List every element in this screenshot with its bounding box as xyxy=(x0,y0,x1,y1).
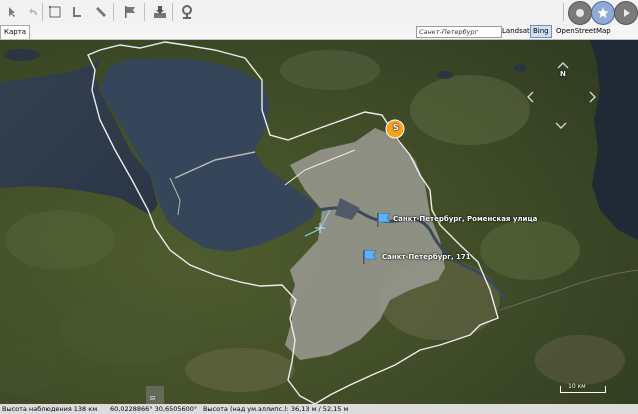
source-openstreetmap[interactable]: OpenStreetMap xyxy=(554,26,613,37)
status-height: Высота (над ум.эллипс.): 36,13 м / 52,15… xyxy=(203,405,349,413)
toolbar-separator xyxy=(172,3,173,21)
star-icon[interactable] xyxy=(591,1,615,25)
source-landsat[interactable]: Landsat xyxy=(500,26,532,37)
flag-icon[interactable] xyxy=(119,1,141,23)
place-label-171[interactable]: Санкт-Петербург, 171 xyxy=(382,253,471,261)
overview-glyph: ⊟ xyxy=(150,395,155,402)
import-icon[interactable] xyxy=(149,1,171,23)
location-pin-icon[interactable] xyxy=(176,1,198,23)
toolbar-separator xyxy=(113,3,114,21)
lake xyxy=(4,49,40,61)
toolbar xyxy=(0,0,638,26)
cursor-icon[interactable] xyxy=(1,1,23,23)
lake xyxy=(514,64,526,72)
scale-label: 10 км xyxy=(568,383,586,390)
map-canvas: ⊟ xyxy=(0,40,638,404)
tab-map[interactable]: Карта xyxy=(0,25,31,39)
place-label-romenskaya[interactable]: Санкт-Петербург, Роменская улица xyxy=(393,215,537,223)
play-icon[interactable] xyxy=(614,1,638,25)
compass-north-label: N xyxy=(560,70,566,78)
marker-letter: S xyxy=(393,123,399,132)
ruler-icon[interactable] xyxy=(66,1,88,23)
toolbar-separator xyxy=(144,3,145,21)
status-altitude: Высота наблюдения 138 км xyxy=(2,405,98,413)
map-tab-bar: Карта Landsat Bing OpenStreetMap xyxy=(0,25,638,40)
record-icon[interactable] xyxy=(568,1,592,25)
status-coordinates: 60,0228866° 30,6505600° xyxy=(110,405,198,413)
rectangle-select-icon[interactable] xyxy=(44,1,66,23)
line-icon[interactable] xyxy=(90,1,112,23)
toolbar-separator xyxy=(42,3,43,21)
search-input[interactable] xyxy=(416,26,502,38)
status-bar: Высота наблюдения 138 км 60,0228866° 30,… xyxy=(0,404,638,414)
toolbar-separator xyxy=(563,3,564,21)
source-bing[interactable]: Bing xyxy=(530,25,552,38)
lake xyxy=(437,71,453,79)
satellite-map[interactable]: ⊟ N S Санкт-Петербург, Роменская улица С… xyxy=(0,40,638,404)
